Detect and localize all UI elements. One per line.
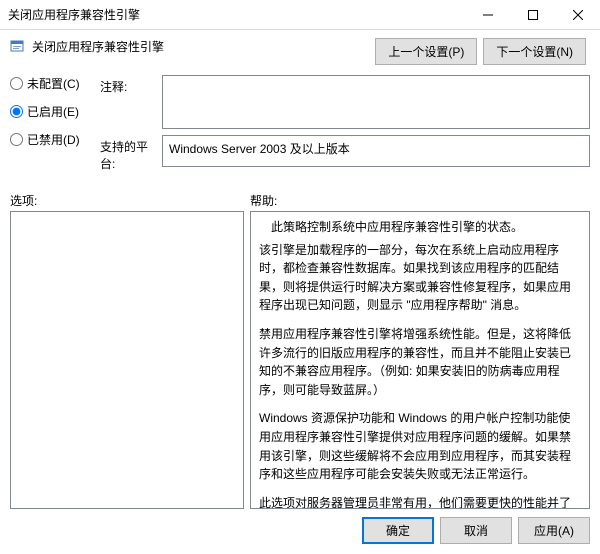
options-label: 选项:	[10, 192, 250, 209]
help-p4: Windows 资源保护功能和 Windows 的用户帐户控制功能使用应用程序兼…	[259, 409, 581, 483]
radio-disabled[interactable]: 已禁用(D)	[10, 131, 90, 148]
close-icon	[573, 10, 583, 20]
help-label: 帮助:	[250, 192, 277, 209]
help-p3: 禁用应用程序兼容性引擎将增强系统性能。但是，这将降低许多流行的旧版应用程序的兼容…	[259, 325, 581, 399]
radio-disabled-input[interactable]	[10, 133, 23, 146]
minimize-button[interactable]	[465, 0, 510, 29]
window-title: 关闭应用程序兼容性引擎	[8, 6, 465, 23]
radio-not-configured-input[interactable]	[10, 77, 23, 90]
close-button[interactable]	[555, 0, 600, 29]
comment-label: 注释:	[100, 75, 162, 129]
titlebar: 关闭应用程序兼容性引擎	[0, 0, 600, 30]
radio-disabled-label: 已禁用(D)	[27, 131, 80, 148]
radio-enabled-label: 已启用(E)	[27, 103, 79, 120]
maximize-button[interactable]	[510, 0, 555, 29]
radio-enabled[interactable]: 已启用(E)	[10, 103, 90, 120]
next-setting-button[interactable]: 下一个设置(N)	[483, 38, 586, 65]
radio-enabled-input[interactable]	[10, 105, 23, 118]
supported-on-text: Windows Server 2003 及以上版本	[169, 142, 350, 156]
comment-textarea[interactable]	[162, 75, 590, 129]
help-p1: 此策略控制系统中应用程序兼容性引擎的状态。	[259, 218, 581, 237]
ok-button[interactable]: 确定	[362, 517, 434, 544]
radio-not-configured-label: 未配置(C)	[27, 75, 80, 92]
help-pane: 此策略控制系统中应用程序兼容性引擎的状态。 该引擎是加载程序的一部分，每次在系统…	[250, 211, 590, 509]
previous-setting-button[interactable]: 上一个设置(P)	[375, 38, 477, 65]
options-pane	[10, 211, 244, 509]
apply-button[interactable]: 应用(A)	[518, 517, 590, 544]
supported-on-box: Windows Server 2003 及以上版本	[162, 135, 590, 167]
window-controls	[465, 0, 600, 29]
policy-subtitle: 关闭应用程序兼容性引擎	[32, 38, 164, 55]
cancel-button[interactable]: 取消	[440, 517, 512, 544]
policy-icon	[10, 39, 26, 55]
help-p5: 此选项对服务器管理员非常有用，他们需要更快的性能并了解所用应用程序的兼容性。对于…	[259, 494, 581, 509]
radio-not-configured[interactable]: 未配置(C)	[10, 75, 90, 92]
maximize-icon	[528, 10, 538, 20]
help-p2: 该引擎是加载程序的一部分，每次在系统上启动应用程序时，都检查兼容性数据库。如果找…	[259, 241, 581, 315]
minimize-icon	[483, 10, 493, 20]
supported-label: 支持的平台:	[100, 135, 162, 172]
